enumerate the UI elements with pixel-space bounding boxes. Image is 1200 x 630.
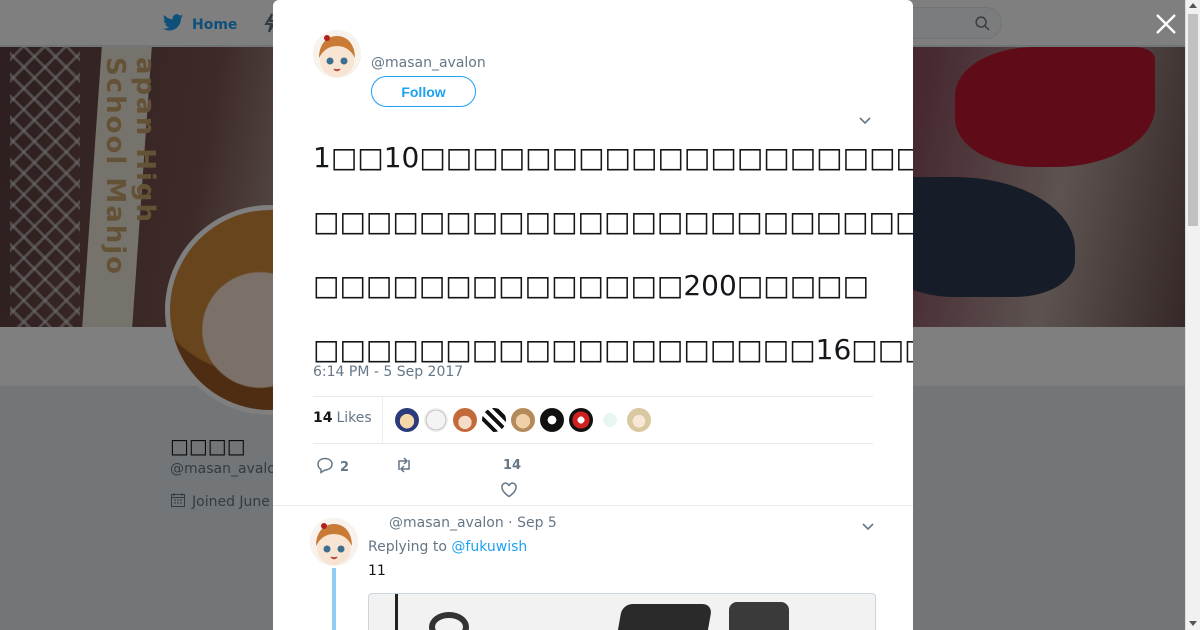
tweet-stats: 14 Likes bbox=[313, 396, 873, 444]
reply-author-avatar[interactable] bbox=[310, 518, 358, 566]
replying-prefix: Replying to bbox=[368, 539, 447, 555]
liker-avatar[interactable] bbox=[453, 408, 477, 432]
stats-divider bbox=[382, 397, 383, 444]
retweet-icon bbox=[395, 456, 413, 478]
reply-text: 11 bbox=[368, 563, 386, 579]
liker-avatar[interactable] bbox=[627, 408, 651, 432]
liker-avatar[interactable] bbox=[598, 408, 622, 432]
reply-media-image[interactable] bbox=[368, 593, 876, 630]
reply-button[interactable]: 2 bbox=[316, 456, 349, 478]
likes-count: 14 bbox=[313, 410, 333, 426]
replying-to: Replying to @fukuwish bbox=[368, 539, 527, 555]
author-avatar[interactable] bbox=[313, 30, 361, 78]
scroll-up-arrow[interactable] bbox=[1189, 3, 1197, 8]
reply-count: 2 bbox=[340, 459, 350, 475]
like-count-text: 14 bbox=[503, 458, 522, 473]
replying-to-link[interactable]: @fukuwish bbox=[451, 539, 527, 555]
tweet-actions: 2 14 bbox=[313, 452, 873, 502]
chevron-down-icon[interactable] bbox=[861, 518, 875, 531]
close-icon[interactable] bbox=[1154, 12, 1178, 36]
thread-connector bbox=[332, 568, 336, 630]
tweet-line: 1□□10□□□□□□□□□□□□□□□□□□□□□1□□□□□□□□□□□□ bbox=[313, 141, 913, 174]
like-count[interactable]: 14 bbox=[503, 458, 521, 473]
tweet-text: 1□□10□□□□□□□□□□□□□□□□□□□□□1□□□□□□□□□□□□ … bbox=[313, 126, 913, 382]
scroll-thumb[interactable] bbox=[1188, 14, 1198, 226]
chevron-down-icon[interactable] bbox=[858, 112, 872, 125]
tweet-line: □□□□□□□□□□□□□□200□□□□□ bbox=[313, 269, 870, 302]
liker-avatar[interactable] bbox=[424, 408, 448, 432]
liker-avatar[interactable] bbox=[395, 408, 419, 432]
reply-header[interactable]: @masan_avalon · Sep 5 bbox=[389, 515, 557, 531]
liker-avatar[interactable] bbox=[540, 408, 564, 432]
tweet-timestamp[interactable]: 6:14 PM - 5 Sep 2017 bbox=[313, 364, 463, 380]
likers-avatars bbox=[395, 408, 651, 432]
retweet-button[interactable] bbox=[395, 456, 413, 478]
like-button[interactable] bbox=[500, 481, 518, 503]
liker-avatar[interactable] bbox=[569, 408, 593, 432]
likes-stat[interactable]: 14 Likes bbox=[313, 410, 372, 426]
author-handle[interactable]: @masan_avalon bbox=[371, 55, 486, 71]
tweet-line: □□□□□□□□□□□□□□□□□□□□□□□□20□□□□□ bbox=[313, 205, 913, 238]
scroll-down-arrow[interactable] bbox=[1189, 621, 1197, 626]
page-scrollbar[interactable] bbox=[1185, 0, 1200, 630]
likes-label: Likes bbox=[336, 410, 372, 426]
liker-avatar[interactable] bbox=[511, 408, 535, 432]
heart-icon bbox=[500, 481, 518, 503]
liker-avatar[interactable] bbox=[482, 408, 506, 432]
thread-divider bbox=[273, 505, 913, 506]
reply-icon bbox=[316, 456, 334, 478]
tweet-modal: @masan_avalon Follow 1□□10□□□□□□□□□□□□□□… bbox=[273, 0, 913, 630]
follow-button[interactable]: Follow bbox=[371, 76, 476, 107]
